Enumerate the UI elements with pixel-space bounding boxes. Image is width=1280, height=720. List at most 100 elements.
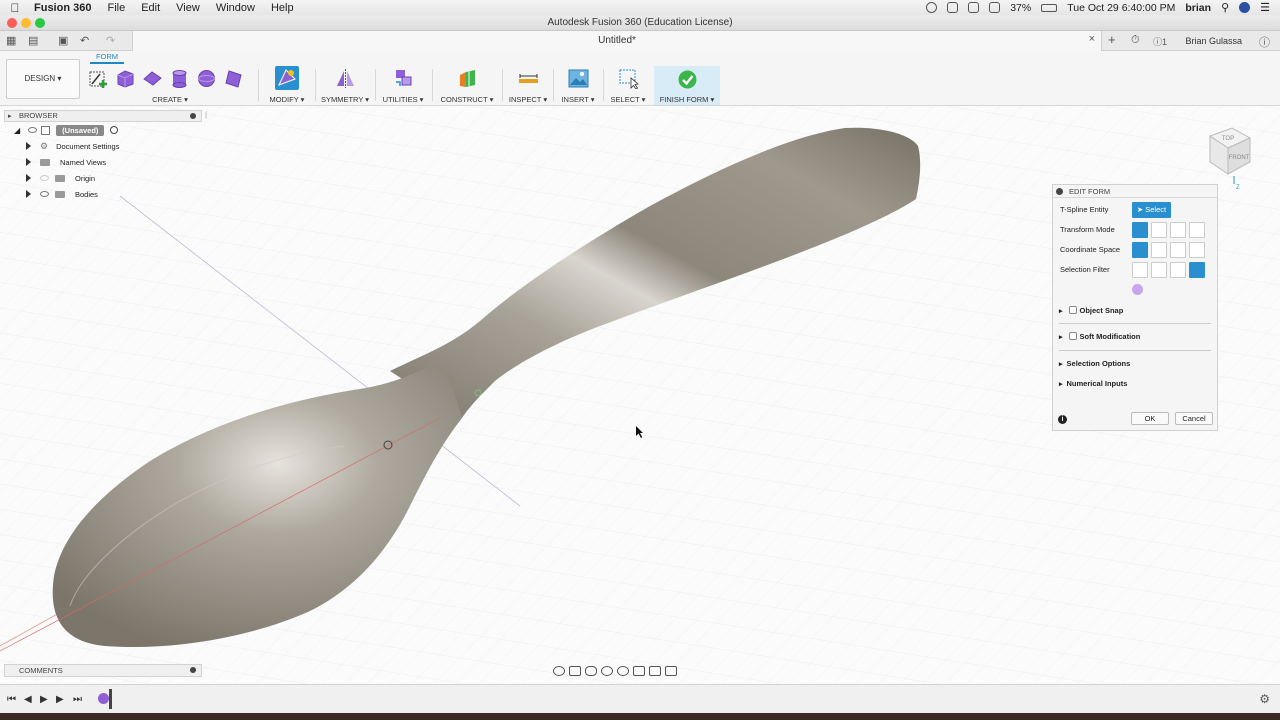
object-snap-checkbox[interactable] — [1068, 306, 1077, 314]
battery-percent[interactable]: 37% — [1010, 2, 1031, 14]
utilities-icon[interactable] — [393, 68, 414, 89]
expand-icon[interactable] — [26, 158, 31, 166]
look-at-icon[interactable] — [569, 666, 581, 676]
menu-view[interactable]: View — [176, 2, 200, 14]
go-to-end-icon[interactable]: ⏭ — [73, 694, 82, 705]
create-sketch-icon[interactable] — [88, 68, 109, 89]
expand-icon[interactable] — [26, 142, 31, 150]
info-icon[interactable]: i — [1058, 415, 1067, 424]
expand-icon[interactable] — [26, 190, 31, 198]
box-icon[interactable] — [115, 68, 136, 89]
view-space-icon[interactable] — [1151, 242, 1167, 258]
browser-item-document-settings[interactable]: ⚙ Document Settings — [4, 138, 202, 154]
face-icon[interactable] — [223, 68, 244, 89]
fit-icon[interactable] — [617, 666, 629, 676]
display-settings-icon[interactable] — [633, 666, 645, 676]
multi-transform-icon[interactable] — [1132, 222, 1148, 238]
help-icon[interactable]: ⓘ — [1259, 34, 1270, 50]
form-feature-icon[interactable] — [98, 693, 109, 704]
soft-modification-checkbox[interactable] — [1068, 332, 1077, 340]
collapse-root-icon[interactable]: ◢ — [14, 126, 20, 135]
viewcube-front-label[interactable]: FRONT — [1229, 155, 1250, 161]
close-tab-icon[interactable]: × — [1089, 33, 1095, 45]
face-filter-icon[interactable] — [1170, 262, 1186, 278]
siri-icon[interactable] — [1239, 2, 1251, 13]
new-tab-icon[interactable]: + — [1108, 32, 1116, 47]
body-filter-icon[interactable] — [1132, 284, 1143, 295]
record-icon[interactable] — [926, 2, 938, 13]
symmetry-icon[interactable] — [335, 68, 356, 89]
menu-file[interactable]: File — [107, 2, 125, 14]
translate-icon[interactable] — [1151, 222, 1167, 238]
selection-options-section[interactable]: ▸ Selection Options — [1059, 359, 1213, 368]
insert-image-icon[interactable] — [568, 68, 589, 89]
cancel-button[interactable]: Cancel — [1175, 412, 1213, 425]
close-window-icon[interactable] — [7, 18, 17, 28]
window-select-icon[interactable] — [618, 68, 639, 89]
browser-pin-icon[interactable] — [190, 113, 196, 119]
browser-item-named-views[interactable]: Named Views — [4, 154, 202, 170]
zoom-window-icon[interactable] — [35, 18, 45, 28]
timeline-settings-gear-icon[interactable]: ⚙ — [1259, 692, 1270, 706]
construct-icon[interactable] — [457, 68, 478, 89]
spotlight-icon[interactable]: ⚲ — [1221, 1, 1229, 14]
document-tab[interactable]: Untitled* × — [132, 31, 1102, 51]
inspect-dropdown[interactable]: INSPECT ▾ — [506, 95, 550, 104]
save-icon[interactable]: ▣ — [58, 34, 68, 47]
step-back-icon[interactable]: ◀ — [24, 694, 32, 705]
scale-icon[interactable] — [1189, 222, 1205, 238]
edit-form-header[interactable]: EDIT FORM — [1053, 185, 1217, 198]
job-status-icon[interactable]: ⏱ — [1131, 34, 1140, 47]
viewcube-top-label[interactable]: TOP — [1222, 136, 1234, 142]
browser-item-bodies[interactable]: Bodies — [4, 186, 202, 202]
browser-item-origin[interactable]: Origin — [4, 170, 202, 186]
all-filter-icon[interactable] — [1189, 262, 1205, 278]
workspace-switcher[interactable]: DESIGN ▾ — [6, 59, 80, 99]
tspline-select-button[interactable]: ➤ Select — [1132, 202, 1171, 218]
user-menu[interactable]: brian — [1185, 2, 1211, 14]
insert-dropdown[interactable]: INSERT ▾ — [557, 95, 599, 104]
viewports-icon[interactable] — [665, 666, 677, 676]
activate-radio-icon[interactable] — [110, 126, 119, 134]
edit-form-icon[interactable] — [274, 65, 300, 91]
rotate-icon[interactable] — [1170, 222, 1186, 238]
sphere-icon[interactable] — [196, 68, 217, 89]
zoom-icon[interactable] — [601, 666, 613, 676]
measure-icon[interactable] — [518, 68, 539, 89]
vertex-filter-icon[interactable] — [1132, 262, 1148, 278]
file-icon[interactable]: ▤ — [28, 34, 38, 47]
world-space-icon[interactable] — [1132, 242, 1148, 258]
app-menu[interactable]: Fusion 360 — [34, 2, 91, 14]
plane-icon[interactable] — [142, 68, 163, 89]
numerical-inputs-section[interactable]: ▸ Numerical Inputs — [1059, 379, 1213, 388]
clock[interactable]: Tue Oct 29 6:40:00 PM — [1067, 2, 1175, 14]
grid-menu-icon[interactable]: ▦ — [6, 34, 16, 47]
wifi-icon[interactable] — [989, 2, 1001, 13]
root-visibility-icon[interactable] — [28, 127, 38, 133]
utilities-dropdown[interactable]: UTILITIES ▾ — [378, 95, 428, 104]
orbit-icon[interactable] — [553, 666, 565, 676]
notifications-badge[interactable]: ⓘ1 — [1153, 35, 1167, 48]
tab-form[interactable]: FORM — [90, 52, 124, 64]
pan-icon[interactable] — [585, 666, 597, 676]
modify-dropdown[interactable]: MODIFY ▾ — [262, 95, 312, 104]
expand-icon[interactable] — [26, 174, 31, 182]
user-account[interactable]: Brian Gulassa — [1185, 36, 1242, 46]
local-space-icon[interactable] — [1170, 242, 1186, 258]
finish-form-button[interactable]: FINISH FORM ▾ — [654, 95, 720, 104]
battery-icon[interactable] — [1041, 3, 1058, 12]
select-dropdown[interactable]: SELECT ▾ — [606, 95, 650, 104]
edge-filter-icon[interactable] — [1151, 262, 1167, 278]
bluetooth-icon[interactable] — [968, 2, 980, 13]
step-forward-icon[interactable]: ▶ — [56, 694, 64, 705]
create-dropdown[interactable]: CREATE ▾ — [86, 95, 254, 104]
browser-header[interactable]: ▸ BROWSER | — [4, 110, 207, 122]
apple-menu-icon[interactable]:  — [8, 1, 22, 15]
symmetry-dropdown[interactable]: SYMMETRY ▾ — [318, 95, 372, 104]
menu-edit[interactable]: Edit — [141, 2, 160, 14]
comments-add-icon[interactable] — [190, 667, 196, 673]
undo-icon[interactable]: ↶ — [80, 34, 89, 47]
menu-window[interactable]: Window — [216, 2, 255, 14]
timeline-marker[interactable] — [109, 689, 112, 709]
collapse-dialog-icon[interactable] — [1056, 188, 1063, 195]
